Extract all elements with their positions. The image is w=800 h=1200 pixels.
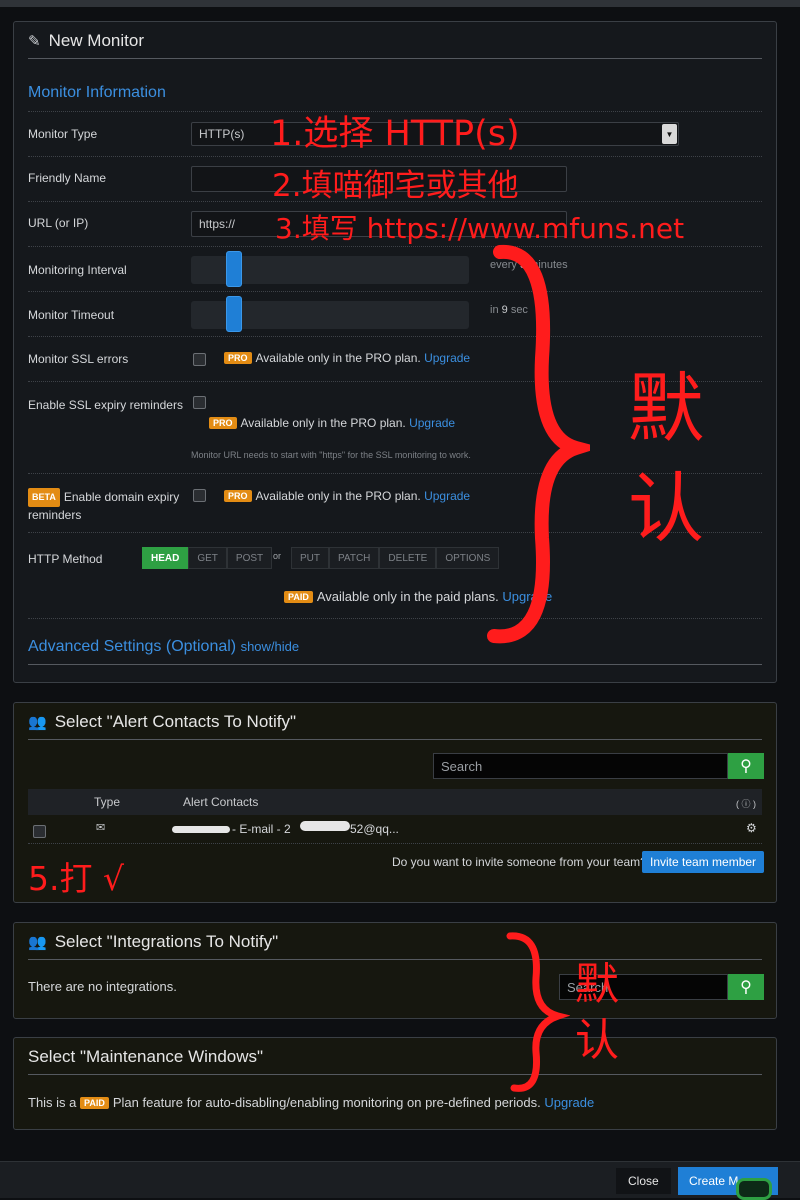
method-or-text: or — [273, 551, 282, 561]
divider — [28, 959, 762, 960]
domain-expiry-label: BETA Enable domain expiry reminders — [28, 488, 180, 522]
alert-contacts-panel: 👥 Select "Alert Contacts To Notify" Sear… — [13, 702, 777, 903]
modal-footer: Close Create M — [0, 1161, 800, 1200]
maintenance-panel: Select "Maintenance Windows" This is a P… — [13, 1037, 777, 1130]
monitor-timeout-label: Monitor Timeout — [28, 308, 115, 322]
alert-contacts-search: Search ⚲ — [433, 753, 764, 779]
annotation-step2: 2.填喵御宅或其他 — [272, 168, 519, 204]
divider — [28, 156, 762, 157]
email-icon: ✉ — [96, 822, 106, 834]
advanced-settings-heading: Advanced Settings (Optional) show/hide — [28, 638, 300, 655]
annotation-default-small: 默 认 — [575, 959, 619, 1066]
ssl-errors-upgrade-link[interactable]: Upgrade — [424, 351, 470, 365]
divider — [28, 618, 762, 619]
alert-contacts-table-header: Type Alert Contacts ( ⓘ ) — [28, 789, 762, 815]
users-icon: 👥 — [28, 934, 47, 951]
alert-contacts-search-button[interactable]: ⚲ — [728, 753, 764, 779]
panel-title: ✎ New Monitor — [28, 31, 144, 50]
top-bar — [0, 0, 800, 7]
ssl-expiry-label: Enable SSL expiry reminders — [28, 398, 183, 412]
domain-expiry-pro-notice: PRO Available only in the PRO plan. Upgra… — [224, 489, 470, 503]
method-patch-button[interactable]: PATCH — [329, 547, 380, 569]
ssl-expiry-checkbox[interactable] — [193, 396, 206, 409]
invite-question: Do you want to invite someone from your … — [392, 855, 647, 869]
col-alert-contacts: Alert Contacts — [183, 795, 259, 809]
annotation-step5: 5.打 √ — [28, 859, 125, 898]
friendly-name-label: Friendly Name — [28, 171, 107, 185]
pro-badge: PRO — [209, 417, 237, 429]
paid-badge: PAID — [284, 591, 313, 603]
url-label: URL (or IP) — [28, 216, 89, 230]
annotation-step1: 1.选择 HTTP(s) — [270, 114, 520, 154]
gear-icon[interactable]: ⚙ — [746, 821, 757, 835]
ssl-errors-pro-notice: PRO Available only in the PRO plan. Upgra… — [224, 351, 470, 365]
pro-badge: PRO — [224, 352, 252, 364]
method-get-button[interactable]: GET — [188, 547, 227, 569]
no-integrations-text: There are no integrations. — [28, 979, 177, 994]
method-post-button[interactable]: POST — [226, 547, 273, 569]
monitoring-interval-label: Monitoring Interval — [28, 263, 127, 277]
panel-title: 👥 Select "Alert Contacts To Notify" — [28, 712, 297, 731]
alert-contacts-search-input[interactable]: Search — [433, 753, 728, 779]
method-head-button[interactable]: HEAD — [142, 547, 189, 569]
invite-team-member-button[interactable]: Invite team member — [642, 851, 765, 873]
caret-down-icon: ▼ — [662, 124, 677, 144]
contact-checkbox[interactable] — [33, 825, 46, 838]
annotation-brace-small — [506, 932, 570, 1092]
contact-email: - E-mail - 2 — [232, 822, 291, 836]
method-delete-button[interactable]: DELETE — [379, 547, 437, 569]
annotation-brace-large — [487, 244, 590, 644]
col-type: Type — [94, 795, 121, 809]
annotation-default-large: 默 认 — [628, 364, 704, 553]
timeout-slider-handle[interactable] — [226, 296, 242, 332]
http-method-label: HTTP Method — [28, 552, 103, 566]
http-method-group-1: HEAD GET POST — [142, 547, 273, 569]
search-icon: ⚲ — [740, 758, 752, 775]
method-put-button[interactable]: PUT — [291, 547, 329, 569]
integrations-search-button[interactable]: ⚲ — [728, 974, 764, 1000]
interval-slider-handle[interactable] — [226, 251, 242, 287]
users-icon: 👥 — [28, 714, 47, 731]
advanced-show-hide-link[interactable]: show/hide — [241, 639, 300, 654]
monitor-type-label: Monitor Type — [28, 127, 98, 141]
divider — [28, 58, 762, 59]
domain-expiry-upgrade-link[interactable]: Upgrade — [424, 489, 470, 503]
ssl-expiry-pro-notice: PRO Available only in the PRO plan. Upgra… — [209, 416, 455, 430]
ssl-errors-label: Monitor SSL errors — [28, 352, 129, 366]
chat-widget-icon[interactable] — [736, 1178, 772, 1200]
domain-expiry-checkbox[interactable] — [193, 489, 206, 502]
redacted-email — [300, 821, 350, 831]
divider — [28, 843, 762, 844]
info-icon: ( ⓘ ) — [736, 799, 756, 809]
pro-badge: PRO — [224, 490, 252, 502]
divider — [28, 664, 762, 665]
search-icon: ⚲ — [740, 979, 752, 996]
panel-title: 👥 Select "Integrations To Notify" — [28, 932, 279, 951]
divider — [28, 291, 762, 292]
ssl-expiry-upgrade-link[interactable]: Upgrade — [409, 416, 455, 430]
divider — [28, 1074, 762, 1075]
http-method-group-2: PUT PATCH DELETE OPTIONS — [291, 547, 500, 569]
contact-email-end: 52@qq... — [350, 822, 399, 836]
close-button[interactable]: Close — [616, 1168, 671, 1194]
paid-badge: PAID — [80, 1097, 109, 1109]
integrations-panel: 👥 Select "Integrations To Notify" There … — [13, 922, 777, 1019]
panel-title: Select "Maintenance Windows" — [28, 1047, 264, 1066]
beta-badge: BETA — [28, 488, 60, 507]
edit-icon: ✎ — [28, 33, 41, 50]
divider — [28, 336, 762, 337]
section-monitor-information: Monitor Information — [28, 84, 166, 101]
redacted-name — [172, 826, 230, 833]
ssl-errors-checkbox[interactable] — [193, 353, 206, 366]
divider — [28, 739, 762, 740]
ssl-https-note: Monitor URL needs to start with "https" … — [191, 450, 471, 460]
